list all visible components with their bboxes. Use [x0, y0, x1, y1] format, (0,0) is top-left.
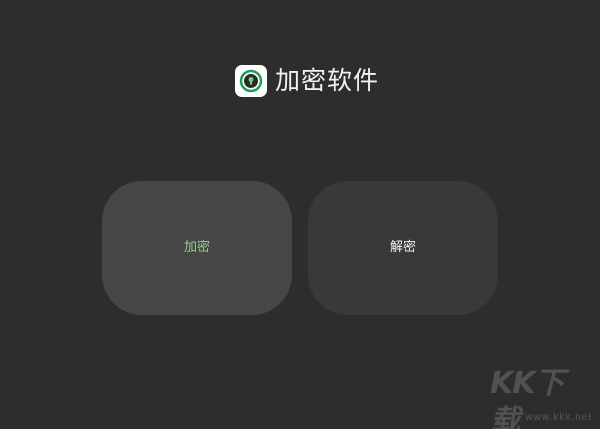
app-window: 加密软件 加密 解密 KK下载 www.kkx.net — [0, 0, 600, 429]
encrypt-button[interactable]: 加密 — [102, 181, 292, 315]
watermark-url: www.kkx.net — [525, 412, 592, 423]
decrypt-button[interactable]: 解密 — [308, 181, 498, 315]
app-title: 加密软件 — [275, 66, 380, 95]
keyhole-lock-icon — [235, 65, 267, 97]
encrypt-label: 加密 — [183, 240, 210, 255]
decrypt-label: 解密 — [389, 240, 416, 255]
app-header: 加密软件 — [235, 64, 379, 98]
watermark: KK下载 www.kkx.net — [462, 363, 592, 429]
